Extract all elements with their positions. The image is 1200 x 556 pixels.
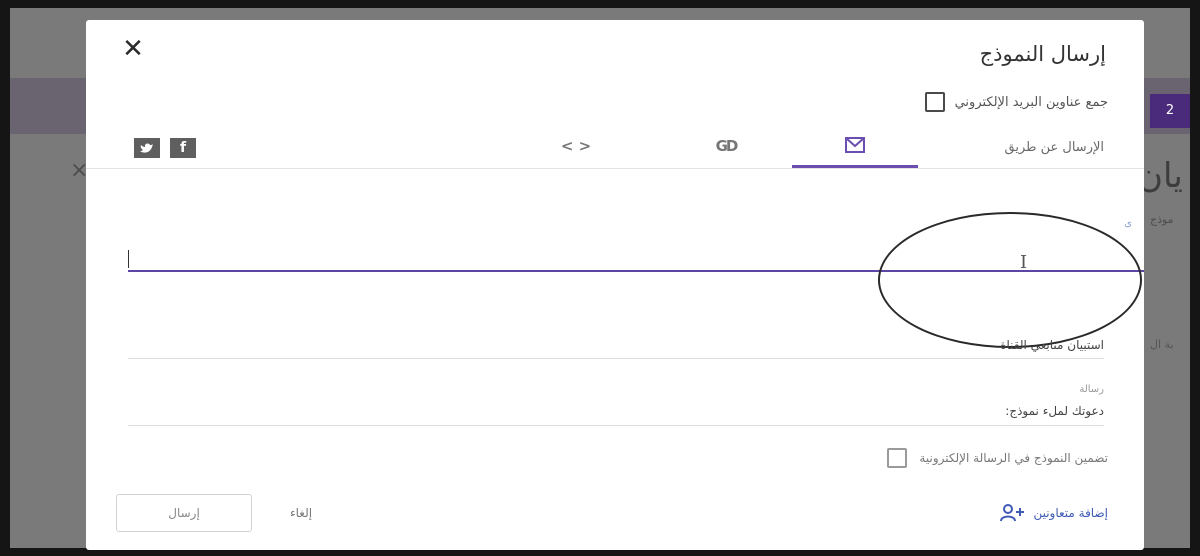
add-collaborators-label: إضافة متعاونين bbox=[1033, 506, 1108, 520]
add-collaborators-button[interactable]: إضافة متعاونين bbox=[999, 504, 1108, 522]
recipient-email-input[interactable] bbox=[128, 246, 1144, 272]
add-person-icon bbox=[1000, 504, 1025, 522]
tab-link[interactable]: GD bbox=[686, 124, 766, 168]
message-field[interactable]: دعوتك لملء نموذج: bbox=[1005, 404, 1104, 418]
envelope-icon bbox=[845, 136, 865, 153]
send-button[interactable]: إرسال bbox=[116, 494, 252, 532]
social-share-group: f bbox=[134, 138, 196, 158]
background-accent-tab: 2 bbox=[1150, 94, 1190, 128]
embed-icon: < > bbox=[560, 137, 592, 155]
tab-email[interactable] bbox=[792, 124, 918, 168]
cancel-button[interactable]: إلغاء bbox=[282, 502, 320, 524]
collect-emails-label: جمع عناوين البريد الإلكتروني bbox=[954, 94, 1108, 110]
to-label: ى bbox=[1124, 218, 1132, 229]
link-icon: GD bbox=[715, 137, 739, 155]
background-side-text: بة ال bbox=[1150, 338, 1174, 351]
message-underline bbox=[128, 425, 1104, 426]
dialog-title: إرسال النموذج bbox=[979, 42, 1106, 66]
send-via-label: الإرسال عن طريق bbox=[1004, 140, 1105, 155]
send-form-dialog: ✕ إرسال النموذج جمع عناوين البريد الإلكت… bbox=[86, 20, 1144, 550]
text-caret bbox=[128, 250, 129, 268]
subject-underline bbox=[128, 358, 1104, 359]
twitter-icon[interactable] bbox=[134, 138, 160, 158]
facebook-icon[interactable]: f bbox=[170, 138, 196, 158]
tab-embed[interactable]: < > bbox=[546, 124, 606, 168]
subject-field[interactable]: استبيان متابعي القناة bbox=[1000, 338, 1104, 352]
background-subtitle: موذج bbox=[1150, 213, 1174, 226]
include-form-checkbox[interactable] bbox=[887, 448, 908, 468]
include-form-option[interactable]: تضمين النموذج في الرسالة الإلكترونية bbox=[887, 448, 1108, 468]
message-label: رسالة bbox=[1079, 384, 1104, 395]
close-button[interactable]: ✕ bbox=[116, 32, 150, 66]
collect-emails-option[interactable]: جمع عناوين البريد الإلكتروني bbox=[924, 92, 1108, 112]
tabs-divider bbox=[86, 168, 1144, 169]
background-title: يان bbox=[1138, 156, 1183, 196]
highlight-circle bbox=[878, 212, 1142, 348]
include-form-label: تضمين النموذج في الرسالة الإلكترونية bbox=[919, 451, 1108, 465]
collect-emails-checkbox[interactable] bbox=[924, 92, 945, 112]
text-cursor-icon: I bbox=[1020, 252, 1028, 273]
twitter-bird-icon bbox=[140, 143, 153, 153]
